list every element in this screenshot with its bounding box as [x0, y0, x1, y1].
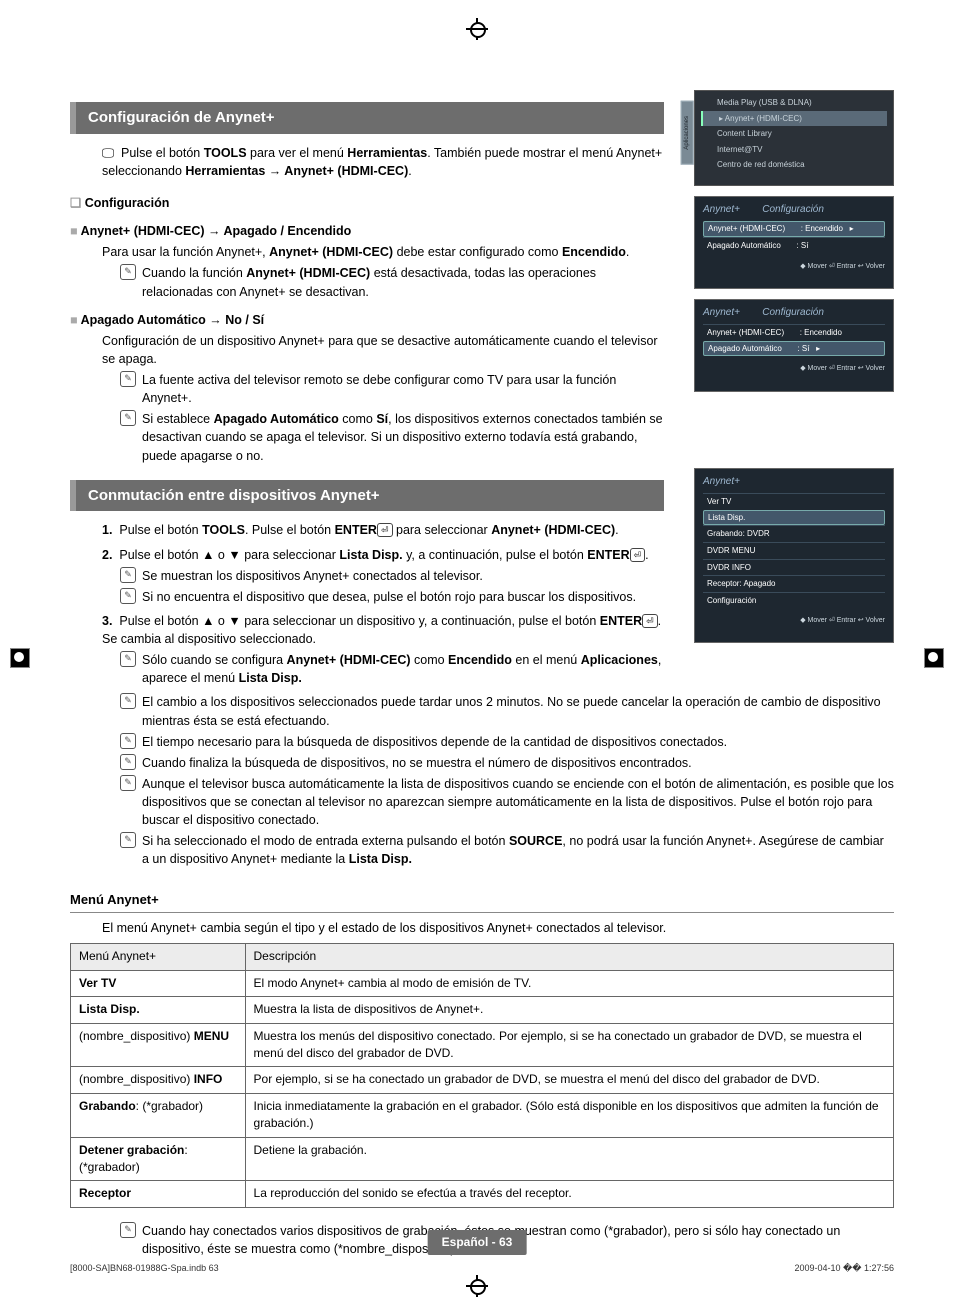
section-heading: Configuración de Anynet+	[70, 102, 664, 134]
menu-heading: Menú Anynet+	[70, 891, 894, 914]
section-heading-2: Conmutación entre dispositivos Anynet+	[70, 480, 664, 512]
page-number: Español - 63	[428, 1230, 527, 1255]
sec2-note2: ✎Si establece Apagado Automático como Sí…	[120, 410, 664, 464]
config-shot-2: Anynet+ Configuración Anynet+ (HDMI-CEC)…	[694, 299, 894, 392]
step-1: 1. Pulse el botón TOOLS. Pulse el botón …	[102, 521, 664, 539]
general-note-1: ✎El cambio a los dispositivos selecciona…	[120, 693, 894, 729]
general-note-5: ✎Si ha seleccionado el modo de entrada e…	[120, 832, 894, 868]
step-2: 2. Pulse el botón ▲ o ▼ para seleccionar…	[102, 546, 664, 564]
device-list-shot: Anynet+ Ver TV Lista Disp. Grabando: DVD…	[694, 468, 894, 644]
intro-text: 🖵 Pulse el botón TOOLS para ver el menú …	[102, 144, 664, 180]
footer-left: [8000-SA]BN68-01988G-Spa.indb 63	[70, 1262, 219, 1275]
sec1-text: Para usar la función Anynet+, Anynet+ (H…	[102, 243, 664, 261]
app-menu-shot: Aplicaciones Media Play (USB & DLNA) ▸ A…	[694, 90, 894, 186]
anynet-menu-table: Menú Anynet+Descripción Ver TVEl modo An…	[70, 943, 894, 1207]
general-note-2: ✎El tiempo necesario para la búsqueda de…	[120, 733, 894, 751]
step2-note2: ✎Si no encuentra el dispositivo que dese…	[120, 588, 664, 606]
sec1-title: Anynet+ (HDMI-CEC) → Apagado / Encendido	[70, 222, 664, 240]
menu-sub: El menú Anynet+ cambia según el tipo y e…	[102, 919, 894, 937]
general-note-3: ✎Cuando finaliza la búsqueda de disposit…	[120, 754, 894, 772]
config-shot-1: Anynet+ Configuración Anynet+ (HDMI-CEC)…	[694, 196, 894, 289]
step2-note1: ✎Se muestran los dispositivos Anynet+ co…	[120, 567, 664, 585]
sec2-title: Apagado Automático → No / Sí	[70, 311, 664, 329]
general-note-4: ✎Aunque el televisor busca automáticamen…	[120, 775, 894, 829]
step3-note: ✎Sólo cuando se configura Anynet+ (HDMI-…	[120, 651, 664, 687]
step-3: 3. Pulse el botón ▲ o ▼ para seleccionar…	[102, 612, 664, 648]
footer-right: 2009-04-10 �� 1:27:56	[794, 1262, 894, 1275]
sec2-note1: ✎La fuente activa del televisor remoto s…	[120, 371, 664, 407]
config-subhead: Configuración	[70, 194, 664, 212]
sec1-note: ✎Cuando la función Anynet+ (HDMI-CEC) es…	[120, 264, 664, 300]
sec2-text: Configuración de un dispositivo Anynet+ …	[102, 332, 664, 368]
